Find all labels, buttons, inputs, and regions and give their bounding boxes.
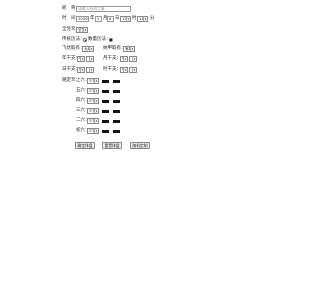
chevron-down-icon: ▾ — [123, 57, 127, 61]
year-zhi-select[interactable]: ▾ — [86, 56, 94, 62]
yao-segment — [113, 120, 120, 123]
minute-unit: 分 — [150, 16, 155, 21]
hour-gz-label: 时干支： — [103, 67, 121, 72]
submit-button[interactable]: 确定排盘 — [75, 142, 95, 149]
minute-select[interactable]: 11 ▾ — [137, 16, 148, 22]
name-input[interactable]: 请输入所测之事 — [76, 6, 131, 12]
yao-segment — [102, 90, 109, 93]
chevron-down-icon: ▾ — [94, 89, 98, 93]
yao-segment — [113, 90, 120, 93]
year-input[interactable]: 2026 — [76, 16, 89, 22]
yao-segment — [102, 120, 109, 123]
year-unit: 年 — [90, 16, 95, 21]
chevron-down-icon: ▾ — [130, 47, 134, 51]
month-gan-select[interactable]: 甲▾ — [120, 56, 128, 62]
yao-segment — [113, 130, 120, 133]
chevron-down-icon: ▾ — [94, 119, 98, 123]
hour-select[interactable]: 15 ▾ — [120, 16, 131, 22]
fly-select[interactable]: 无取 ▾ — [82, 46, 94, 52]
yao-segment — [113, 80, 120, 83]
chevron-down-icon: ▾ — [94, 129, 98, 133]
reset-button[interactable]: 重置排盘 — [102, 142, 122, 149]
mode-radio[interactable] — [83, 38, 87, 42]
day-unit: 日 — [115, 16, 120, 21]
yao-segment — [102, 100, 109, 103]
month-zhi-select[interactable]: ▾ — [129, 56, 137, 62]
day-zhi-select[interactable]: ▾ — [86, 67, 94, 73]
chevron-down-icon: ▾ — [143, 17, 147, 21]
year-gan-select[interactable]: 甲▾ — [77, 56, 85, 62]
mode-label: 传统历法： — [62, 37, 85, 42]
chevron-down-icon: ▾ — [94, 79, 98, 83]
nayin-select[interactable]: 有取 ▾ — [123, 46, 135, 52]
chevron-down-icon: ▾ — [123, 68, 127, 72]
custom-button[interactable]: 随机定制 — [130, 142, 150, 149]
chevron-down-icon: ▾ — [94, 99, 98, 103]
month-gz-label: 月干支： — [103, 56, 121, 61]
yao-segment — [113, 100, 120, 103]
chevron-down-icon: ▾ — [126, 17, 130, 21]
yao-select[interactable]: 少阴 ▾ — [87, 108, 99, 114]
gender-select[interactable]: 全凭 ▾ — [76, 27, 88, 33]
yao-select[interactable]: 少阴 ▾ — [87, 88, 99, 94]
yao-segment — [113, 110, 120, 113]
day-input[interactable]: 6 — [107, 16, 114, 22]
yao-segment — [102, 130, 109, 133]
chevron-down-icon: ▾ — [80, 57, 84, 61]
chevron-down-icon: ▾ — [132, 68, 136, 72]
month-input[interactable]: 1 — [95, 16, 102, 22]
mode-option-value: ■ — [109, 37, 113, 42]
yao-select[interactable]: 少阴 ▾ — [87, 98, 99, 104]
hour-unit: 时 — [132, 16, 137, 21]
chevron-down-icon: ▾ — [89, 57, 93, 61]
yao-segment — [102, 110, 109, 113]
yao-select[interactable]: 少阴 ▾ — [87, 128, 99, 134]
chevron-down-icon: ▾ — [89, 47, 93, 51]
chevron-down-icon: ▾ — [89, 68, 93, 72]
hour-zhi-select[interactable]: ▾ — [129, 67, 137, 73]
day-gan-select[interactable]: 甲▾ — [77, 67, 85, 73]
yao-select[interactable]: 少阴 ▾ — [87, 78, 99, 84]
chevron-down-icon: ▾ — [83, 28, 87, 32]
hour-gan-select[interactable]: 甲▾ — [120, 67, 128, 73]
yao-segment — [102, 80, 109, 83]
mode-option-label: 数量历法： — [88, 37, 111, 42]
chevron-down-icon: ▾ — [94, 109, 98, 113]
chevron-down-icon: ▾ — [132, 57, 136, 61]
yao-select[interactable]: 少阴 ▾ — [87, 118, 99, 124]
chevron-down-icon: ▾ — [80, 68, 84, 72]
